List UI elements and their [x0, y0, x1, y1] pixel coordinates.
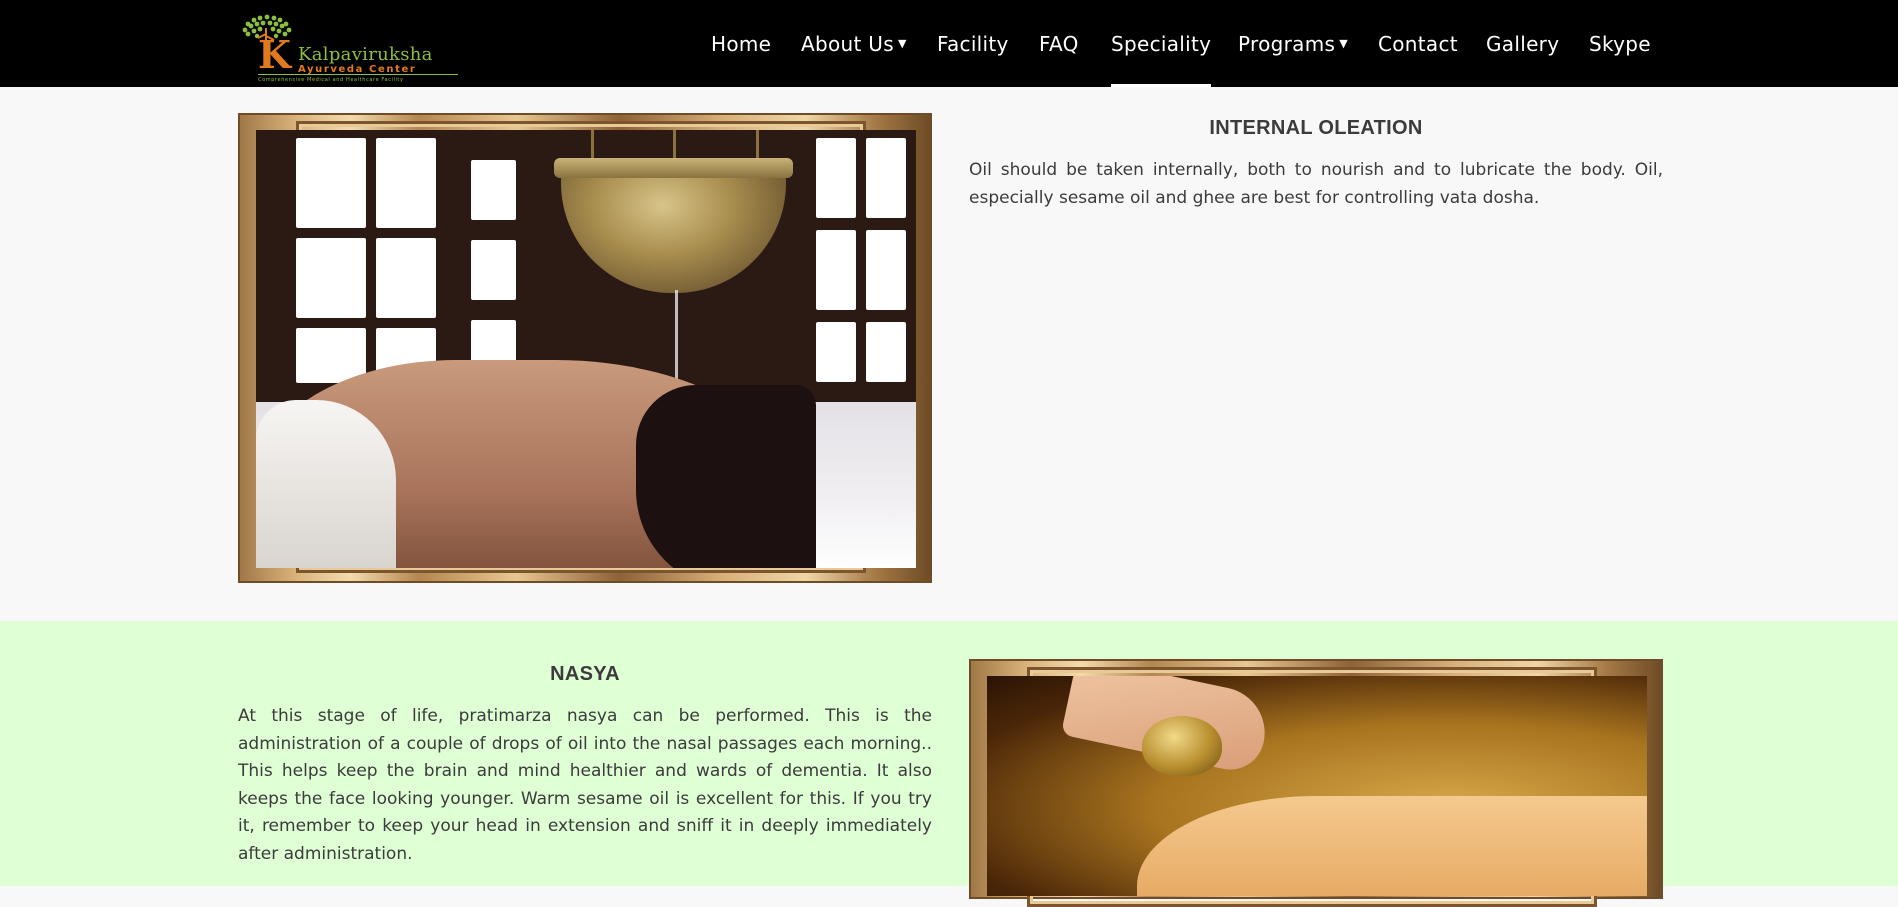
nav-speciality[interactable]: Speciality: [1111, 0, 1212, 87]
photo-frame: [238, 113, 932, 583]
face-figure: [1137, 796, 1647, 896]
section-nasya: NASYA At this stage of life, pratimarza …: [0, 621, 1898, 907]
photo-frame: [969, 659, 1663, 907]
nav-label: Home: [711, 31, 772, 56]
section-body: Oil should be taken internally, both to …: [969, 160, 1663, 208]
nasya-photo: [987, 676, 1647, 896]
nav-contact[interactable]: Contact: [1378, 0, 1458, 87]
section-heading: NASYA: [550, 663, 620, 685]
logo-divider: [258, 74, 458, 75]
oil-cup: [1142, 716, 1222, 776]
section-internal-oleation: INTERNAL OLEATION Oil should be taken in…: [0, 87, 1898, 621]
nav-home[interactable]: Home: [711, 0, 771, 87]
nav-gallery[interactable]: Gallery: [1486, 0, 1559, 87]
nav-faq[interactable]: FAQ: [1039, 0, 1079, 87]
nav-label: Gallery: [1486, 31, 1560, 56]
caret-down-icon: ▼: [897, 37, 907, 50]
nav-label: Contact: [1378, 31, 1458, 56]
brand-name: Kalpaviruksha: [298, 44, 433, 65]
logo-letter: K: [258, 32, 292, 77]
oil-stream: [675, 290, 678, 390]
caret-down-icon: ▼: [1339, 37, 1348, 50]
nav-about-us[interactable]: About Us ▼: [801, 0, 907, 87]
section-heading: INTERNAL OLEATION: [1209, 117, 1423, 139]
nav-label: About Us: [801, 31, 894, 56]
nav-programs[interactable]: Programs ▼: [1238, 0, 1348, 87]
nav-label: Speciality: [1111, 31, 1212, 56]
nav-facility[interactable]: Facility: [937, 0, 1009, 87]
nav-label: FAQ: [1039, 31, 1079, 56]
top-navbar: K Kalpaviruksha Ayurveda Center Comprehe…: [0, 0, 1898, 87]
nav-label: Programs: [1238, 31, 1336, 56]
nav-skype[interactable]: Skype: [1589, 0, 1651, 87]
shirodhara-photo: [256, 130, 916, 568]
brand-logo[interactable]: K Kalpaviruksha Ayurveda Center Comprehe…: [236, 14, 462, 83]
nav-label: Skype: [1589, 31, 1651, 56]
brand-tagline: Comprehensive Medical and Healthcare Fac…: [258, 77, 404, 83]
section-body: At this stage of life, pratimarza nasya …: [238, 706, 932, 864]
nav-label: Facility: [937, 31, 1009, 56]
